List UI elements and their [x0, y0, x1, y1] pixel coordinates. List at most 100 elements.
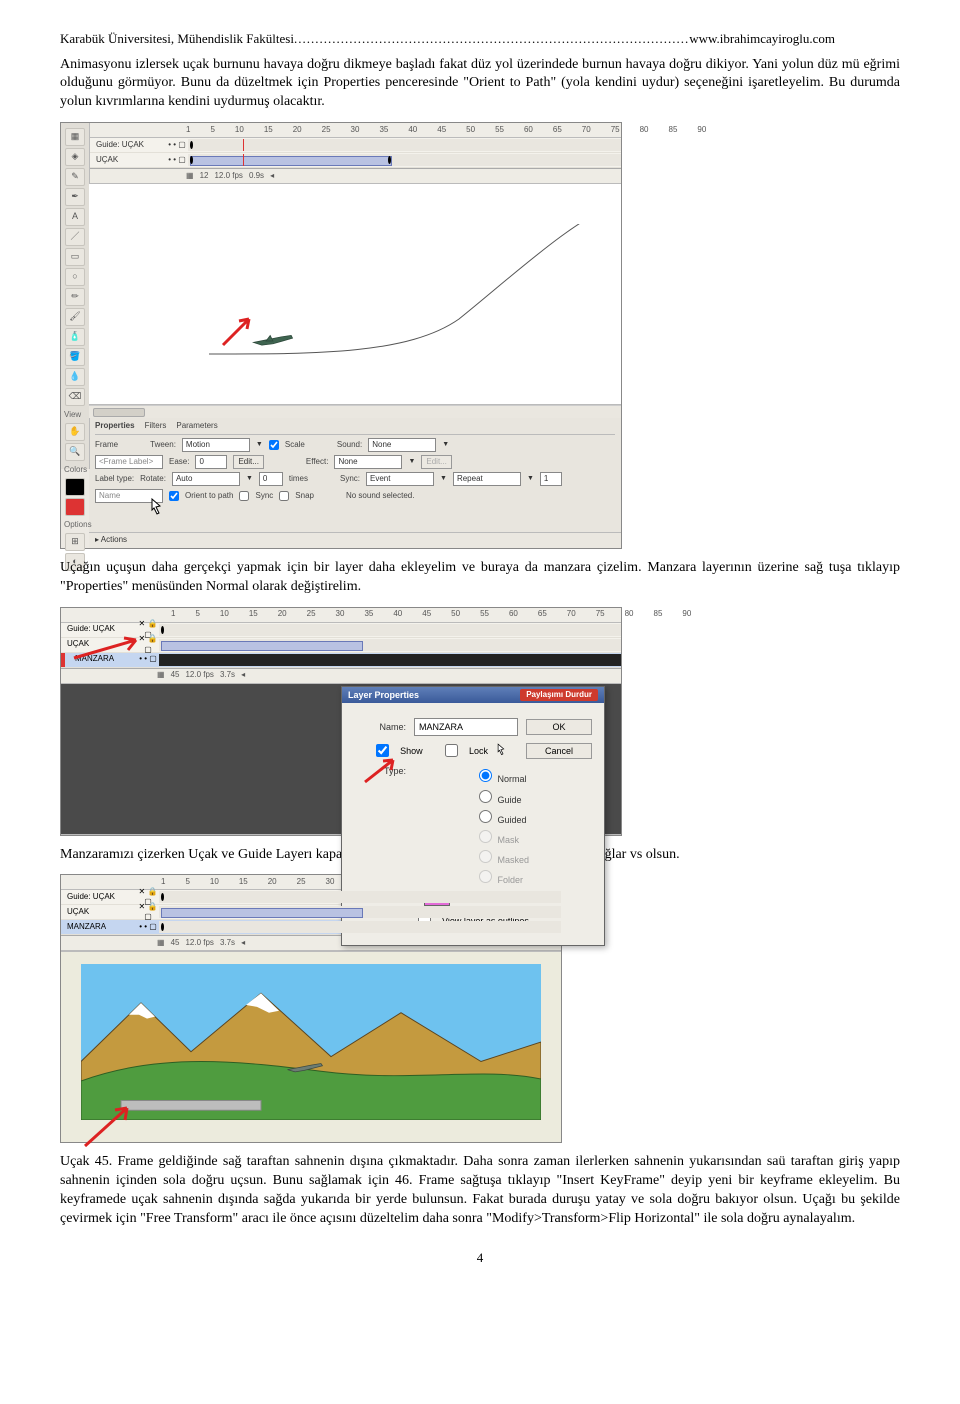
rotate-times-input[interactable]: 0	[259, 472, 283, 486]
option-a-icon[interactable]: ⊞	[65, 533, 85, 551]
type-guide-radio[interactable]: Guide	[474, 787, 529, 806]
orient-to-path-checkbox[interactable]	[169, 491, 179, 501]
onion-skin-icon[interactable]: ▦	[186, 171, 194, 182]
brush-tool-icon[interactable]: 🖌	[65, 308, 85, 326]
onion-skin-icon[interactable]: ▦	[157, 670, 165, 681]
layer-toggles-icon[interactable]: • • ▢	[166, 155, 188, 166]
sync-label: Sync:	[340, 474, 360, 485]
labeltype-label: Label type:	[95, 474, 134, 485]
lasso-tool-icon[interactable]: ✎	[65, 168, 85, 186]
tab-parameters[interactable]: Parameters	[176, 421, 217, 432]
paintbucket-tool-icon[interactable]: 🪣	[65, 348, 85, 366]
layer-frames[interactable]	[159, 624, 621, 636]
ruler-mark: 20	[278, 609, 287, 620]
scroll-left-icon[interactable]: ◂	[241, 670, 245, 681]
snap-label: Snap	[295, 491, 314, 502]
time-display: 0.9s	[249, 171, 264, 182]
ruler-mark: 25	[322, 125, 331, 136]
line-tool-icon[interactable]: ／	[65, 228, 85, 246]
tab-filters[interactable]: Filters	[145, 421, 167, 432]
inkbottle-tool-icon[interactable]: 🧴	[65, 328, 85, 346]
rotate-dropdown[interactable]: Auto	[172, 472, 240, 486]
ruler-mark: 5	[185, 877, 189, 888]
zoom-tool-icon[interactable]: 🔍	[65, 443, 85, 461]
eraser-tool-icon[interactable]: ⌫	[65, 388, 85, 406]
horizontal-scrollbar[interactable]	[89, 405, 621, 418]
ruler-mark: 15	[249, 609, 258, 620]
rotate-label: Rotate:	[140, 474, 166, 485]
layer-frames[interactable]	[188, 154, 621, 166]
layer-frames[interactable]	[159, 906, 561, 918]
ruler-mark: 35	[379, 125, 388, 136]
hand-tool-icon[interactable]: ✋	[65, 423, 85, 441]
fill-swatch-icon[interactable]	[65, 498, 85, 516]
effect-dropdown[interactable]: None	[334, 455, 402, 469]
layer-frames[interactable]	[188, 139, 621, 151]
layer-ucak[interactable]: UÇAK ✕ 🔒 ▢	[61, 905, 561, 920]
layer-frames[interactable]	[159, 654, 621, 666]
layer-manzara[interactable]: MANZARA • • ▢	[61, 920, 561, 935]
ok-button[interactable]: OK	[526, 719, 592, 735]
sync-checkbox[interactable]	[239, 491, 249, 501]
layer-name: UÇAK	[61, 907, 137, 918]
repeat-dropdown[interactable]: Repeat	[453, 472, 521, 486]
layer-frames[interactable]	[159, 639, 621, 651]
scrollbar-thumb[interactable]	[93, 408, 145, 417]
cancel-button[interactable]: Cancel	[526, 743, 592, 759]
stroke-swatch-icon[interactable]	[65, 478, 85, 496]
name-input[interactable]: MANZARA	[414, 718, 518, 736]
repeat-input[interactable]: 1	[540, 472, 562, 486]
options-label: Options	[64, 520, 86, 531]
show-label: Show	[400, 745, 423, 757]
tween-label: Tween:	[150, 440, 176, 451]
selection-tool-icon[interactable]: ▦	[65, 128, 85, 146]
pencil-tool-icon[interactable]: ✏	[65, 288, 85, 306]
pen-tool-icon[interactable]: ✒	[65, 188, 85, 206]
layer-toggles-icon[interactable]: • • ▢	[166, 140, 188, 151]
text-tool-icon[interactable]: A	[65, 208, 85, 226]
ruler-mark: 40	[408, 125, 417, 136]
scroll-left-icon[interactable]: ◂	[270, 171, 274, 182]
subselect-tool-icon[interactable]: ◈	[65, 148, 85, 166]
lock-checkbox[interactable]	[445, 744, 458, 757]
layer-frames[interactable]	[159, 891, 561, 903]
ruler-mark: 85	[654, 609, 663, 620]
red-arrow-icon	[219, 309, 259, 349]
layer-frames[interactable]	[159, 921, 561, 933]
eyedrop-tool-icon[interactable]: 💧	[65, 368, 85, 386]
header-left: Karabük Üniversitesi, Mühendislik Fakült…	[60, 31, 294, 46]
dialog-titlebar[interactable]: Layer Properties Paylaşımı Durdur	[342, 687, 604, 704]
type-normal-radio[interactable]: Normal	[474, 766, 529, 785]
ease-input[interactable]: 0	[195, 455, 227, 469]
airplane-sprite[interactable]	[286, 1062, 324, 1074]
tab-properties[interactable]: Properties	[95, 421, 135, 432]
onion-skin-icon[interactable]: ▦	[157, 938, 165, 949]
frame-label-input[interactable]: <Frame Label>	[95, 455, 163, 469]
sync-dropdown[interactable]: Event	[366, 472, 434, 486]
ruler-mark: 80	[625, 609, 634, 620]
ruler-mark: 75	[596, 609, 605, 620]
stop-sharing-pill[interactable]: Paylaşımı Durdur	[520, 689, 598, 702]
colors-label: Colors	[64, 465, 86, 476]
layer-name: MANZARA	[61, 922, 137, 933]
tween-dropdown[interactable]: Motion	[182, 438, 250, 452]
snap-checkbox[interactable]	[279, 491, 289, 501]
rect-tool-icon[interactable]: ▭	[65, 248, 85, 266]
current-frame: 45	[171, 670, 180, 681]
layer-toggles-icon[interactable]: • • ▢	[137, 922, 159, 933]
stage-scenery[interactable]	[61, 951, 561, 1142]
layer-toggles-icon[interactable]: ✕ 🔒 ▢	[137, 902, 159, 924]
sound-dropdown[interactable]: None	[368, 438, 436, 452]
layer-guide-ucak[interactable]: Guide: UÇAK ✕ 🔒 ▢	[61, 890, 561, 905]
scale-checkbox[interactable]	[269, 440, 279, 450]
scroll-left-icon[interactable]: ◂	[241, 938, 245, 949]
stage-canvas[interactable]	[89, 184, 621, 405]
oval-tool-icon[interactable]: ○	[65, 268, 85, 286]
ruler-mark: 25	[307, 609, 316, 620]
paragraph-1: Animasyonu izlersek uçak burnunu havaya …	[60, 56, 900, 113]
layer-ucak[interactable]: UÇAK • • ▢	[90, 153, 621, 168]
edit-ease-button[interactable]: Edit...	[233, 455, 263, 469]
actions-panel-header[interactable]: ▸ Actions	[89, 532, 621, 548]
layer-guide-ucak[interactable]: Guide: UÇAK • • ▢	[90, 138, 621, 153]
type-guided-radio[interactable]: Guided	[474, 807, 529, 826]
